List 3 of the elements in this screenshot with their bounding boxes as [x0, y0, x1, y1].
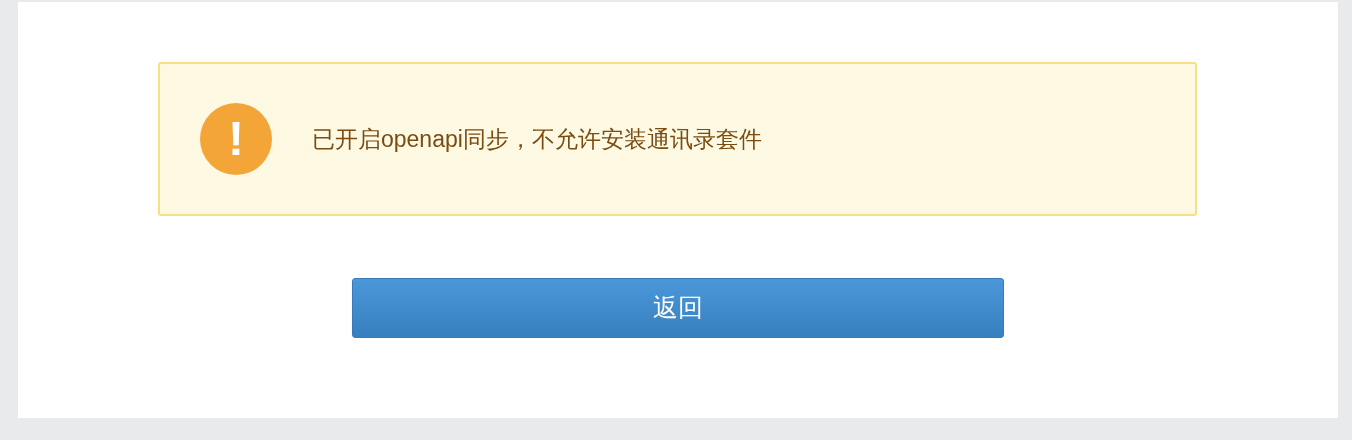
- warning-icon: !: [200, 103, 272, 175]
- back-button[interactable]: 返回: [352, 278, 1004, 338]
- alert-message: 已开启openapi同步，不允许安装通讯录套件: [312, 124, 762, 154]
